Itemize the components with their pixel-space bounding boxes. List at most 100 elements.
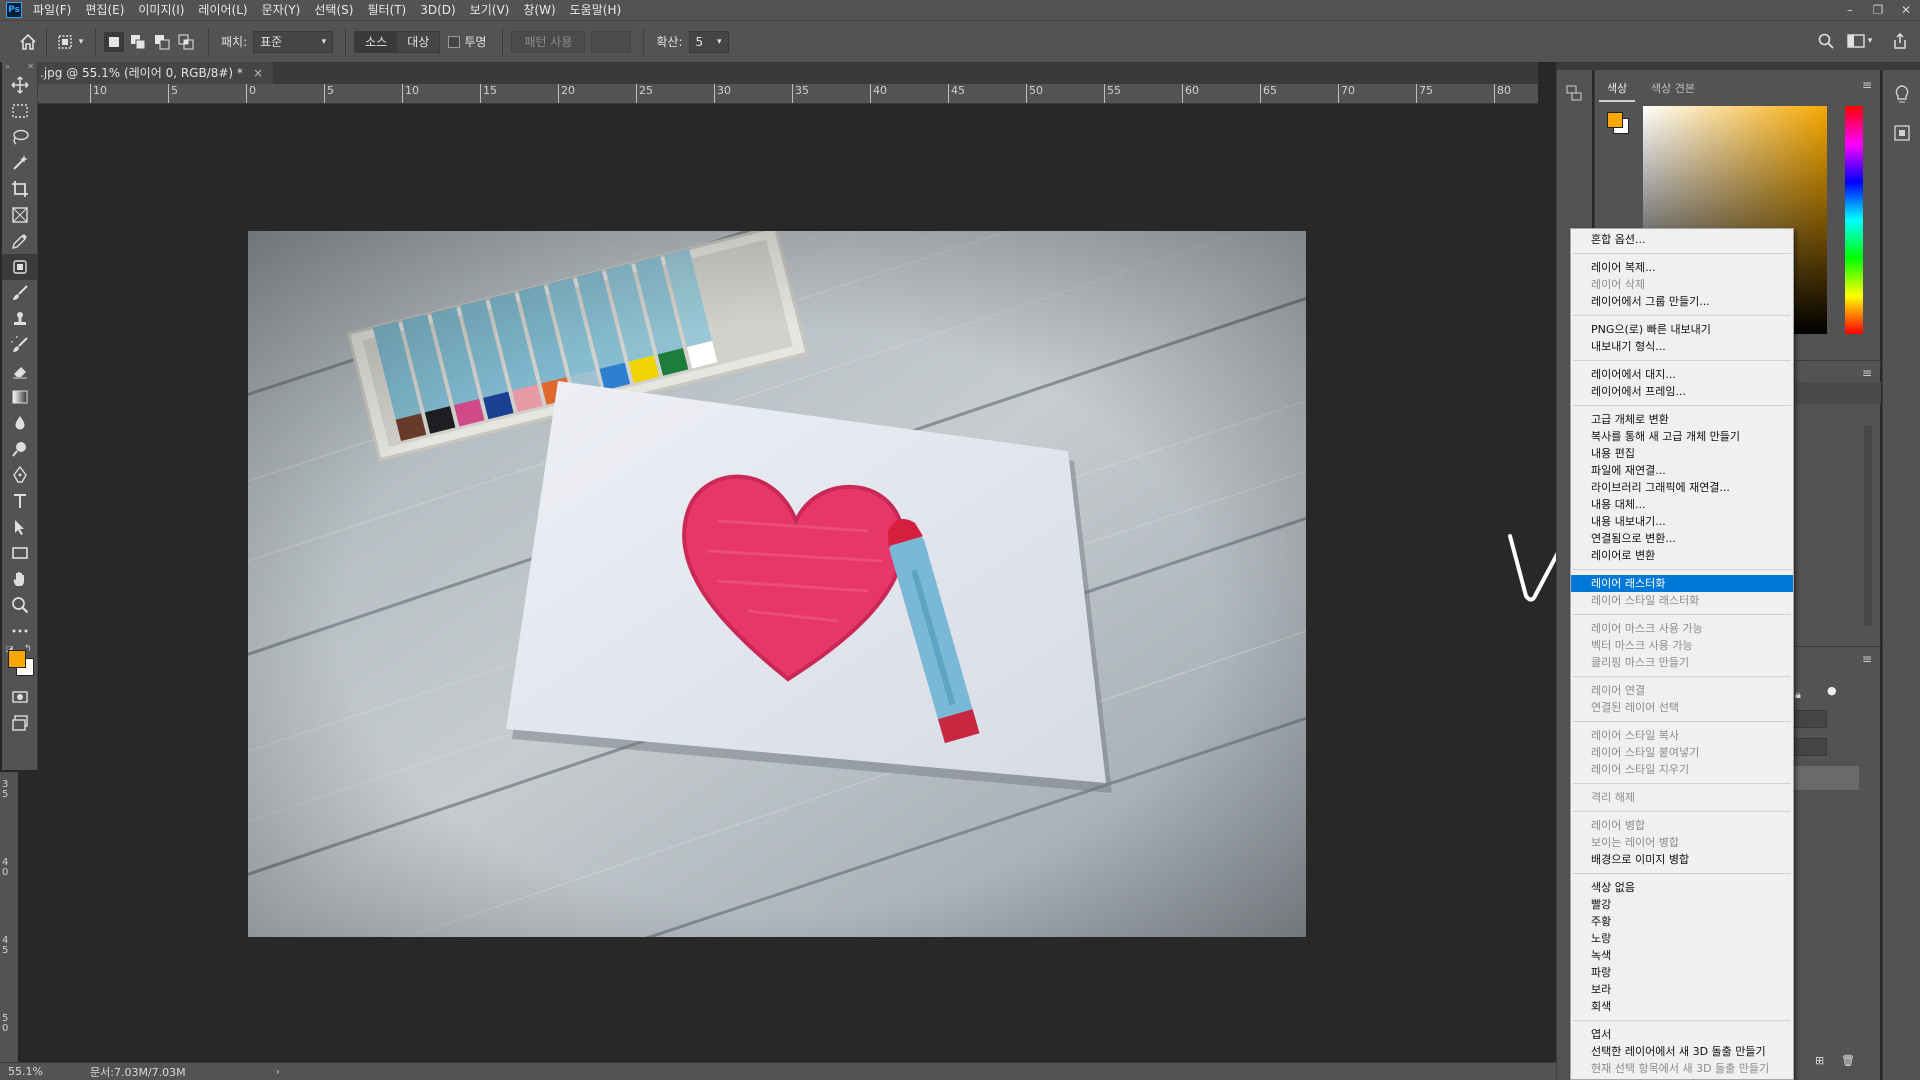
new-layer-icon[interactable]: ⊞ — [1815, 1054, 1824, 1067]
source-button[interactable]: 소스 — [355, 31, 398, 52]
document-image[interactable] — [248, 231, 1306, 937]
menu-window[interactable]: 창(W) — [516, 0, 562, 20]
pin-icon[interactable]: ● — [1827, 684, 1837, 697]
tab-color[interactable]: 색상 — [1599, 76, 1636, 102]
menu-item[interactable]: 내용 내보내기... — [1571, 513, 1793, 530]
menu-item[interactable]: 연결됨으로 변환... — [1571, 530, 1793, 547]
libraries-icon[interactable] — [1893, 124, 1911, 145]
chevron-down-icon[interactable]: ▾ — [75, 32, 87, 52]
eraser-tool-icon[interactable] — [2, 358, 38, 384]
document-tab[interactable]: .jpg @ 55.1% (레이어 0, RGB/8#) * × — [38, 62, 273, 84]
path-selection-tool-icon[interactable] — [2, 514, 38, 540]
menu-item[interactable]: 레이어 복제... — [1571, 259, 1793, 276]
chevron-down-icon[interactable]: ▾ — [1864, 31, 1876, 51]
menu-3d[interactable]: 3D(D) — [413, 0, 462, 20]
menu-view[interactable]: 보기(V) — [463, 0, 517, 20]
patch-tool-preset-icon[interactable] — [55, 32, 75, 52]
pen-tool-icon[interactable] — [2, 462, 38, 488]
more-tools-icon[interactable] — [2, 618, 38, 644]
menu-filter[interactable]: 필터(T) — [360, 0, 413, 20]
screen-mode-icon[interactable] — [2, 710, 38, 736]
learn-lightbulb-icon[interactable] — [1893, 84, 1911, 107]
panel-menu-icon[interactable]: ≡ — [1862, 366, 1872, 380]
target-button[interactable]: 대상 — [397, 31, 440, 52]
menu-file[interactable]: 파일(F) — [26, 0, 78, 20]
type-tool-icon[interactable] — [2, 488, 38, 514]
menu-item[interactable]: 레이어에서 프레임... — [1571, 383, 1793, 400]
close-icon[interactable]: ✕ — [27, 62, 34, 72]
menu-help[interactable]: 도움말(H) — [563, 0, 629, 20]
panel-menu-icon[interactable]: ≡ — [1862, 652, 1872, 666]
rectangle-tool-icon[interactable] — [2, 540, 38, 566]
collapse-icon[interactable]: » — [5, 62, 10, 72]
tab-swatches[interactable]: 색상 견본 — [1643, 76, 1703, 100]
menu-item[interactable]: 혼합 옵션... — [1571, 231, 1793, 248]
brush-tool-icon[interactable] — [2, 280, 38, 306]
magic-wand-tool-icon[interactable] — [2, 150, 38, 176]
crop-tool-icon[interactable] — [2, 176, 38, 202]
menu-item[interactable]: 녹색 — [1571, 947, 1793, 964]
diffusion-select[interactable]: 5 ▾ — [688, 30, 729, 53]
patch-mode-select[interactable]: 표준 ▾ — [253, 30, 334, 53]
hue-slider[interactable] — [1845, 106, 1863, 334]
menu-item[interactable]: 레이어에서 그룹 만들기... — [1571, 293, 1793, 310]
quick-mask-icon[interactable] — [2, 684, 38, 710]
menu-item[interactable]: 파일에 재연결... — [1571, 462, 1793, 479]
menu-item[interactable]: 고급 개체로 변환 — [1571, 411, 1793, 428]
canvas-area[interactable] — [38, 104, 1572, 1062]
menu-item[interactable]: 내용 대체... — [1571, 496, 1793, 513]
menu-image[interactable]: 이미지(I) — [131, 0, 191, 20]
move-tool-icon[interactable] — [2, 72, 38, 98]
history-brush-tool-icon[interactable] — [2, 332, 38, 358]
restore-button[interactable]: ❐ — [1864, 0, 1892, 20]
workspace-icon[interactable] — [1846, 31, 1866, 51]
subtract-from-selection-icon[interactable] — [152, 32, 172, 52]
menu-item[interactable]: 빨강 — [1571, 896, 1793, 913]
clone-stamp-tool-icon[interactable] — [2, 306, 38, 332]
trash-icon[interactable]: 🗑︎ — [1841, 1054, 1855, 1067]
new-selection-icon[interactable] — [104, 31, 124, 52]
transparent-checkbox[interactable] — [448, 35, 461, 48]
menu-item[interactable]: 보라 — [1571, 981, 1793, 998]
history-panel-icon[interactable] — [1565, 84, 1583, 102]
status-menu-arrow[interactable]: › — [276, 1065, 280, 1078]
menu-item[interactable]: 노랑 — [1571, 930, 1793, 947]
pattern-picker[interactable] — [591, 30, 632, 53]
marquee-tool-icon[interactable] — [2, 98, 38, 124]
lock-icon[interactable]: 🔒︎ — [1795, 688, 1801, 702]
menu-item[interactable]: 주황 — [1571, 913, 1793, 930]
home-icon[interactable] — [18, 32, 38, 52]
hand-tool-icon[interactable] — [2, 566, 38, 592]
menu-item[interactable]: 선택한 레이어에서 새 3D 돌출 만들기 — [1571, 1043, 1793, 1060]
minimize-button[interactable]: – — [1836, 0, 1864, 20]
menu-item[interactable]: 엽서 — [1571, 1026, 1793, 1043]
zoom-tool-icon[interactable] — [2, 592, 38, 618]
toolbox-header[interactable]: » ✕ — [2, 62, 37, 72]
panel-foreground-swatch[interactable] — [1607, 112, 1623, 128]
patch-tool-icon[interactable] — [2, 254, 38, 280]
search-icon[interactable] — [1816, 31, 1836, 51]
menu-item[interactable]: 레이어에서 대지... — [1571, 366, 1793, 383]
menu-item[interactable]: 색상 없음 — [1571, 879, 1793, 896]
menu-item[interactable]: PNG으(로) 빠른 내보내기 — [1571, 321, 1793, 338]
add-to-selection-icon[interactable] — [128, 32, 148, 52]
menu-item[interactable]: 배경으로 이미지 병합 — [1571, 851, 1793, 868]
menu-item[interactable]: 회색 — [1571, 998, 1793, 1015]
dodge-tool-icon[interactable] — [2, 436, 38, 462]
close-window-button[interactable]: ✕ — [1892, 0, 1920, 20]
menu-item[interactable]: 내보내기 형식... — [1571, 338, 1793, 355]
menu-item[interactable]: 파랑 — [1571, 964, 1793, 981]
menu-type[interactable]: 문자(Y) — [255, 0, 308, 20]
gradient-tool-icon[interactable] — [2, 384, 38, 410]
scrollbar[interactable] — [1864, 426, 1872, 626]
intersect-selection-icon[interactable] — [176, 32, 196, 52]
eyedropper-tool-icon[interactable] — [2, 228, 38, 254]
menu-layer[interactable]: 레이어(L) — [191, 0, 254, 20]
blur-tool-icon[interactable] — [2, 410, 38, 436]
foreground-color-swatch[interactable] — [8, 650, 26, 668]
zoom-level[interactable]: 55.1% — [0, 1065, 60, 1078]
share-icon[interactable] — [1890, 31, 1910, 51]
lasso-tool-icon[interactable] — [2, 124, 38, 150]
panel-menu-icon[interactable]: ≡ — [1862, 78, 1872, 92]
close-tab-icon[interactable]: × — [253, 62, 263, 84]
